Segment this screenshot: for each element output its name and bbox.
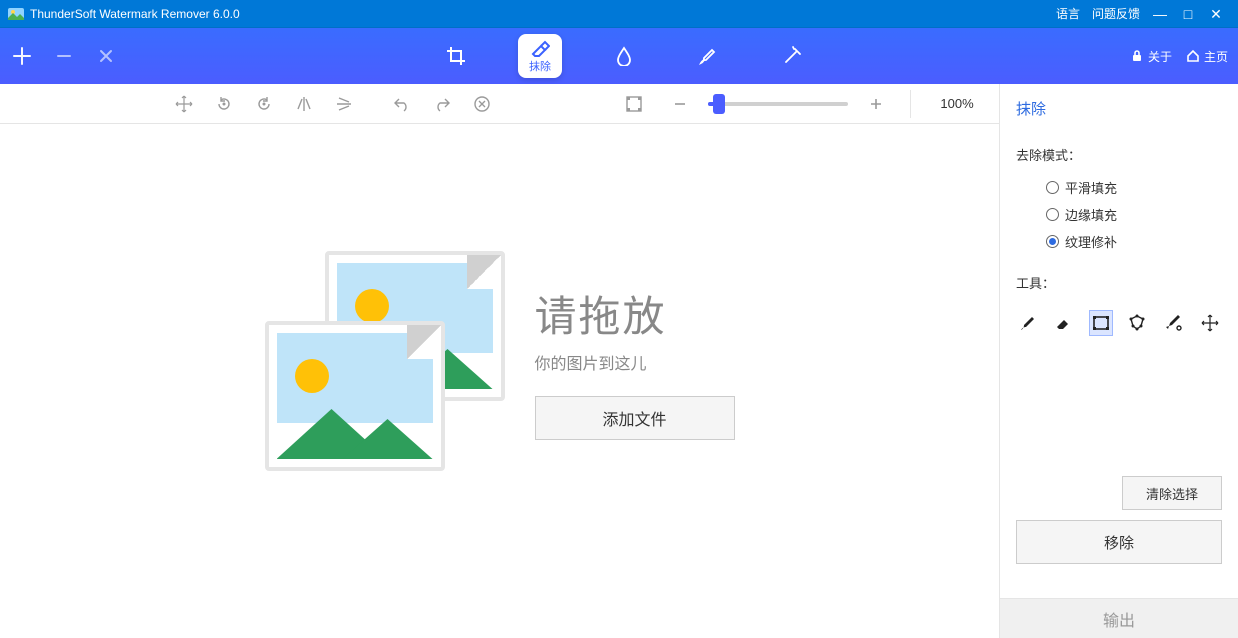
clear-selection-button[interactable]: 清除选择 xyxy=(1122,476,1222,510)
rotate-cw-icon[interactable] xyxy=(246,86,282,122)
app-icon xyxy=(8,6,24,22)
paint-tool[interactable] xyxy=(1016,310,1040,336)
titlebar: ThunderSoft Watermark Remover 6.0.0 语言 问… xyxy=(0,0,1238,28)
mode-section-title: 去除模式： xyxy=(1016,145,1222,164)
home-icon xyxy=(1186,49,1200,63)
mode-texture-label: 纹理修补 xyxy=(1065,232,1117,251)
rotate-ccw-icon[interactable] xyxy=(206,86,242,122)
lasso-tool[interactable] xyxy=(1125,310,1149,336)
tool-wand[interactable] xyxy=(770,34,814,78)
language-link[interactable]: 语言 xyxy=(1056,5,1080,22)
drop-illustration xyxy=(265,251,505,471)
output-button[interactable]: 输出 xyxy=(1000,598,1238,638)
redo-icon[interactable] xyxy=(424,86,460,122)
output-label: 输出 xyxy=(1103,607,1135,631)
app-title: ThunderSoft Watermark Remover 6.0.0 xyxy=(30,7,240,21)
brush-icon xyxy=(698,46,718,66)
mode-texture-option[interactable]: 纹理修补 xyxy=(1016,228,1222,255)
radio-icon xyxy=(1046,181,1059,194)
main-toolbar: 抹除 关于 主页 xyxy=(0,28,1238,84)
mode-edge-option[interactable]: 边缘填充 xyxy=(1016,201,1222,228)
canvas-drop-zone[interactable]: 请拖放 你的图片到这儿 添加文件 xyxy=(150,124,849,598)
about-link[interactable]: 关于 xyxy=(1130,48,1172,65)
mode-edge-label: 边缘填充 xyxy=(1065,205,1117,224)
radio-icon xyxy=(1046,208,1059,221)
crop-icon xyxy=(446,46,466,66)
mode-smooth-label: 平滑填充 xyxy=(1065,178,1117,197)
panel-title: 抹除 xyxy=(1016,98,1222,119)
flip-h-icon[interactable] xyxy=(286,86,322,122)
rect-select-tool[interactable] xyxy=(1089,310,1113,336)
tool-erase-label: 抹除 xyxy=(529,62,551,73)
wand-icon xyxy=(782,46,802,66)
radio-icon xyxy=(1046,235,1059,248)
minimize-button[interactable]: — xyxy=(1146,0,1174,28)
drop-title: 请拖放 xyxy=(535,283,735,344)
home-label: 主页 xyxy=(1204,48,1228,65)
zoom-slider-thumb[interactable] xyxy=(713,94,725,114)
side-panel: 抹除 去除模式： 平滑填充 边缘填充 纹理修补 工具： 清除选择 移除 xyxy=(1000,84,1238,638)
close-file-icon[interactable] xyxy=(94,44,118,68)
tool-crop[interactable] xyxy=(434,34,478,78)
add-file-icon[interactable] xyxy=(10,44,34,68)
move-tool-icon[interactable] xyxy=(166,86,202,122)
tool-blur[interactable] xyxy=(602,34,646,78)
prev-icon[interactable] xyxy=(52,44,76,68)
erase-tool[interactable] xyxy=(1052,310,1076,336)
lock-icon xyxy=(1130,49,1144,63)
close-button[interactable]: ✕ xyxy=(1202,0,1230,28)
droplet-icon xyxy=(614,46,634,66)
undo-icon[interactable] xyxy=(384,86,420,122)
tool-brush[interactable] xyxy=(686,34,730,78)
eraser-icon xyxy=(530,40,550,60)
fit-icon[interactable] xyxy=(616,86,652,122)
delete-icon[interactable] xyxy=(464,86,500,122)
feedback-link[interactable]: 问题反馈 xyxy=(1092,5,1140,22)
zoom-slider[interactable] xyxy=(708,102,848,106)
zoom-in-button[interactable] xyxy=(858,86,894,122)
add-file-button[interactable]: 添加文件 xyxy=(535,396,735,440)
maximize-button[interactable]: □ xyxy=(1174,0,1202,28)
flip-v-icon[interactable] xyxy=(326,86,362,122)
move-selection-tool[interactable] xyxy=(1198,310,1222,336)
secondary-toolbar: 100% xyxy=(0,84,999,124)
remove-button[interactable]: 移除 xyxy=(1016,520,1222,564)
pen-tool[interactable] xyxy=(1161,310,1185,336)
zoom-value: 100% xyxy=(927,96,987,111)
tool-strip xyxy=(1016,310,1222,336)
drop-subtitle: 你的图片到这儿 xyxy=(535,350,735,374)
zoom-out-button[interactable] xyxy=(662,86,698,122)
tools-section-title: 工具： xyxy=(1016,273,1222,292)
mode-smooth-option[interactable]: 平滑填充 xyxy=(1016,174,1222,201)
tool-erase[interactable]: 抹除 xyxy=(518,34,562,78)
about-label: 关于 xyxy=(1148,48,1172,65)
home-link[interactable]: 主页 xyxy=(1186,48,1228,65)
